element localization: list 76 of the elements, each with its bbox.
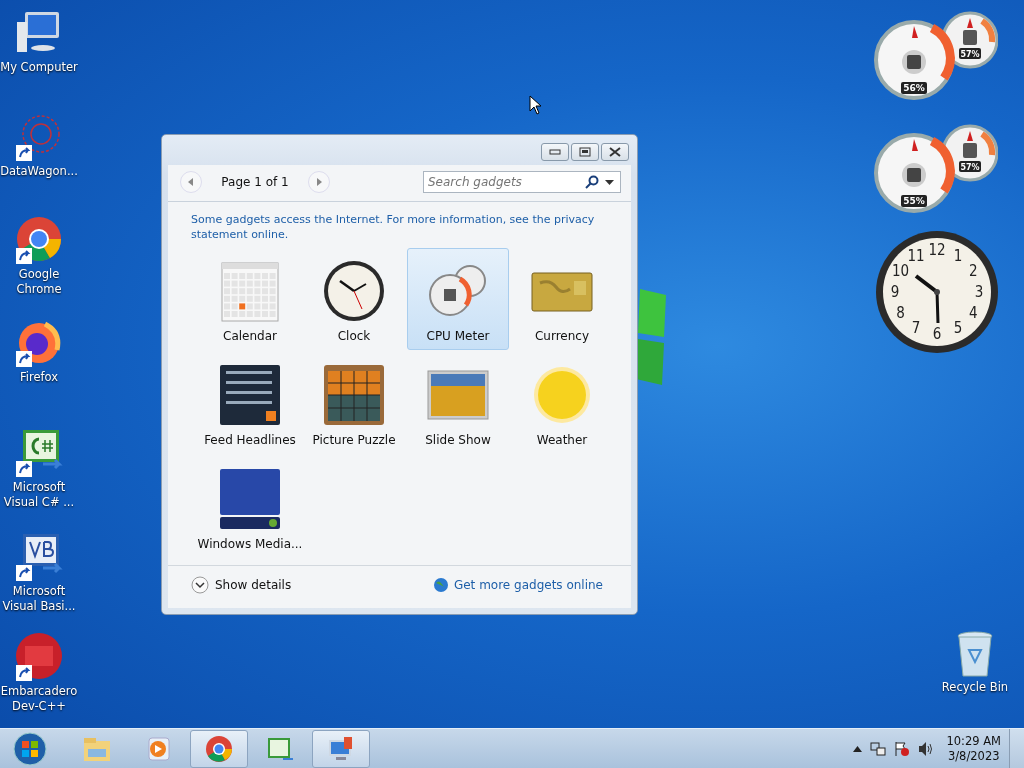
network-icon[interactable]	[870, 740, 887, 757]
taskbar-date[interactable]: 3/8/2023	[947, 748, 1000, 764]
left-arrow-icon	[188, 178, 194, 186]
taskbar-button[interactable]	[312, 729, 370, 768]
desktop-icon-label[interactable]: Microsoft Visual Basi...	[0, 584, 78, 614]
speaker-icon[interactable]	[918, 740, 935, 757]
clock-numeral: 1	[953, 246, 963, 265]
restore-button[interactable]	[571, 143, 599, 161]
gadget-tile[interactable]: Weather	[511, 352, 613, 454]
search-icon[interactable]	[585, 175, 599, 189]
taskbar-button[interactable]	[190, 729, 248, 768]
desktop-shortcut-icon[interactable]	[15, 112, 63, 162]
clock-numeral: 4	[969, 304, 978, 322]
right-arrow-icon	[316, 178, 322, 186]
get-more-gadgets-link[interactable]: Get more gadgets online	[432, 577, 603, 593]
calendar-icon	[218, 259, 282, 323]
gadget-tile[interactable]: CPU Meter	[407, 248, 509, 350]
memory-reading: 57%	[960, 162, 980, 172]
desktop-shortcut-icon[interactable]	[15, 215, 63, 265]
desktop-icon-label[interactable]: DataWagon...	[0, 164, 78, 179]
next-page-button[interactable]	[308, 171, 330, 193]
clock-numeral: 7	[911, 319, 921, 338]
cpu-reading: 56%	[903, 83, 925, 93]
gadget-tile[interactable]: Currency	[511, 248, 613, 350]
desktop-shortcut-icon[interactable]	[15, 428, 63, 478]
show-details-button[interactable]: Show details	[191, 576, 292, 594]
gadget-tile[interactable]: Feed Headlines	[199, 352, 301, 454]
media-center-icon	[218, 467, 282, 531]
clock-numeral: 9	[890, 283, 900, 301]
clock-face-drawing[interactable]	[876, 231, 998, 353]
desktop-icon-label[interactable]: My Computer	[0, 60, 78, 75]
search-field[interactable]: Search gadgets	[423, 171, 621, 193]
dropdown-caret-icon[interactable]	[605, 180, 614, 185]
clock-numeral: 6	[932, 325, 942, 343]
mouse-pointer-icon	[529, 95, 542, 115]
chevron-down-icon	[191, 576, 209, 594]
clock-icon	[322, 259, 386, 323]
news-feed-icon	[218, 363, 282, 427]
privacy-notice-link[interactable]: Some gadgets access the Internet. For more information, see the privacy statement online.	[191, 212, 621, 242]
clock-numeral: 11	[907, 246, 925, 265]
chrome-icon	[204, 734, 234, 763]
action-center-flag-icon[interactable]	[894, 740, 911, 757]
desktop-icon-label[interactable]: Google Chrome	[0, 267, 78, 297]
clock-numeral: 2	[969, 262, 978, 280]
recycle-bin-icon[interactable]	[955, 630, 995, 678]
cpu-reading: 55%	[903, 196, 925, 206]
close-icon	[609, 147, 621, 157]
page-indicator: Page 1 of 1	[220, 175, 290, 189]
cpu-gauge-drawing[interactable]	[874, 133, 955, 213]
clock-numeral: 10	[892, 262, 910, 280]
desktop-shortcut-icon[interactable]	[15, 532, 63, 582]
gadget-tile[interactable]: Calendar	[199, 248, 301, 350]
desktop-icon-label[interactable]: Microsoft Visual C# ...	[0, 480, 78, 510]
gadget-tile[interactable]: Clock	[303, 248, 405, 350]
clock-numeral: 3	[974, 283, 984, 301]
puzzle-icon	[322, 363, 386, 427]
desktop-icon-label[interactable]: Firefox	[19, 370, 59, 385]
clock-numeral: 5	[953, 319, 963, 338]
desktop-icon-label[interactable]: Embarcadero Dev-C++	[0, 684, 78, 714]
globe-icon	[432, 577, 449, 593]
cpu-gauge-drawing[interactable]	[874, 20, 955, 100]
gadget-tile[interactable]: Windows Media...	[199, 456, 301, 558]
restore-icon	[579, 147, 591, 157]
gadget-tile[interactable]: Picture Puzzle	[303, 352, 405, 454]
show-hidden-icons-icon[interactable]	[853, 745, 863, 752]
desktop-shortcut-icon[interactable]	[15, 632, 63, 682]
minimize-icon	[549, 149, 561, 155]
desktop-icon-label[interactable]: Recycle Bin	[941, 680, 1009, 695]
close-button[interactable]	[601, 143, 629, 161]
gadget-tile[interactable]: Slide Show	[407, 352, 509, 454]
clock-numeral: 8	[896, 304, 905, 322]
windows-logo-icon	[13, 731, 47, 766]
previous-page-button[interactable]	[180, 171, 202, 193]
taskbar-time[interactable]: 10:29 AM	[946, 733, 1001, 749]
memory-reading: 57%	[960, 49, 980, 59]
clock-numeral: 12	[928, 241, 946, 259]
